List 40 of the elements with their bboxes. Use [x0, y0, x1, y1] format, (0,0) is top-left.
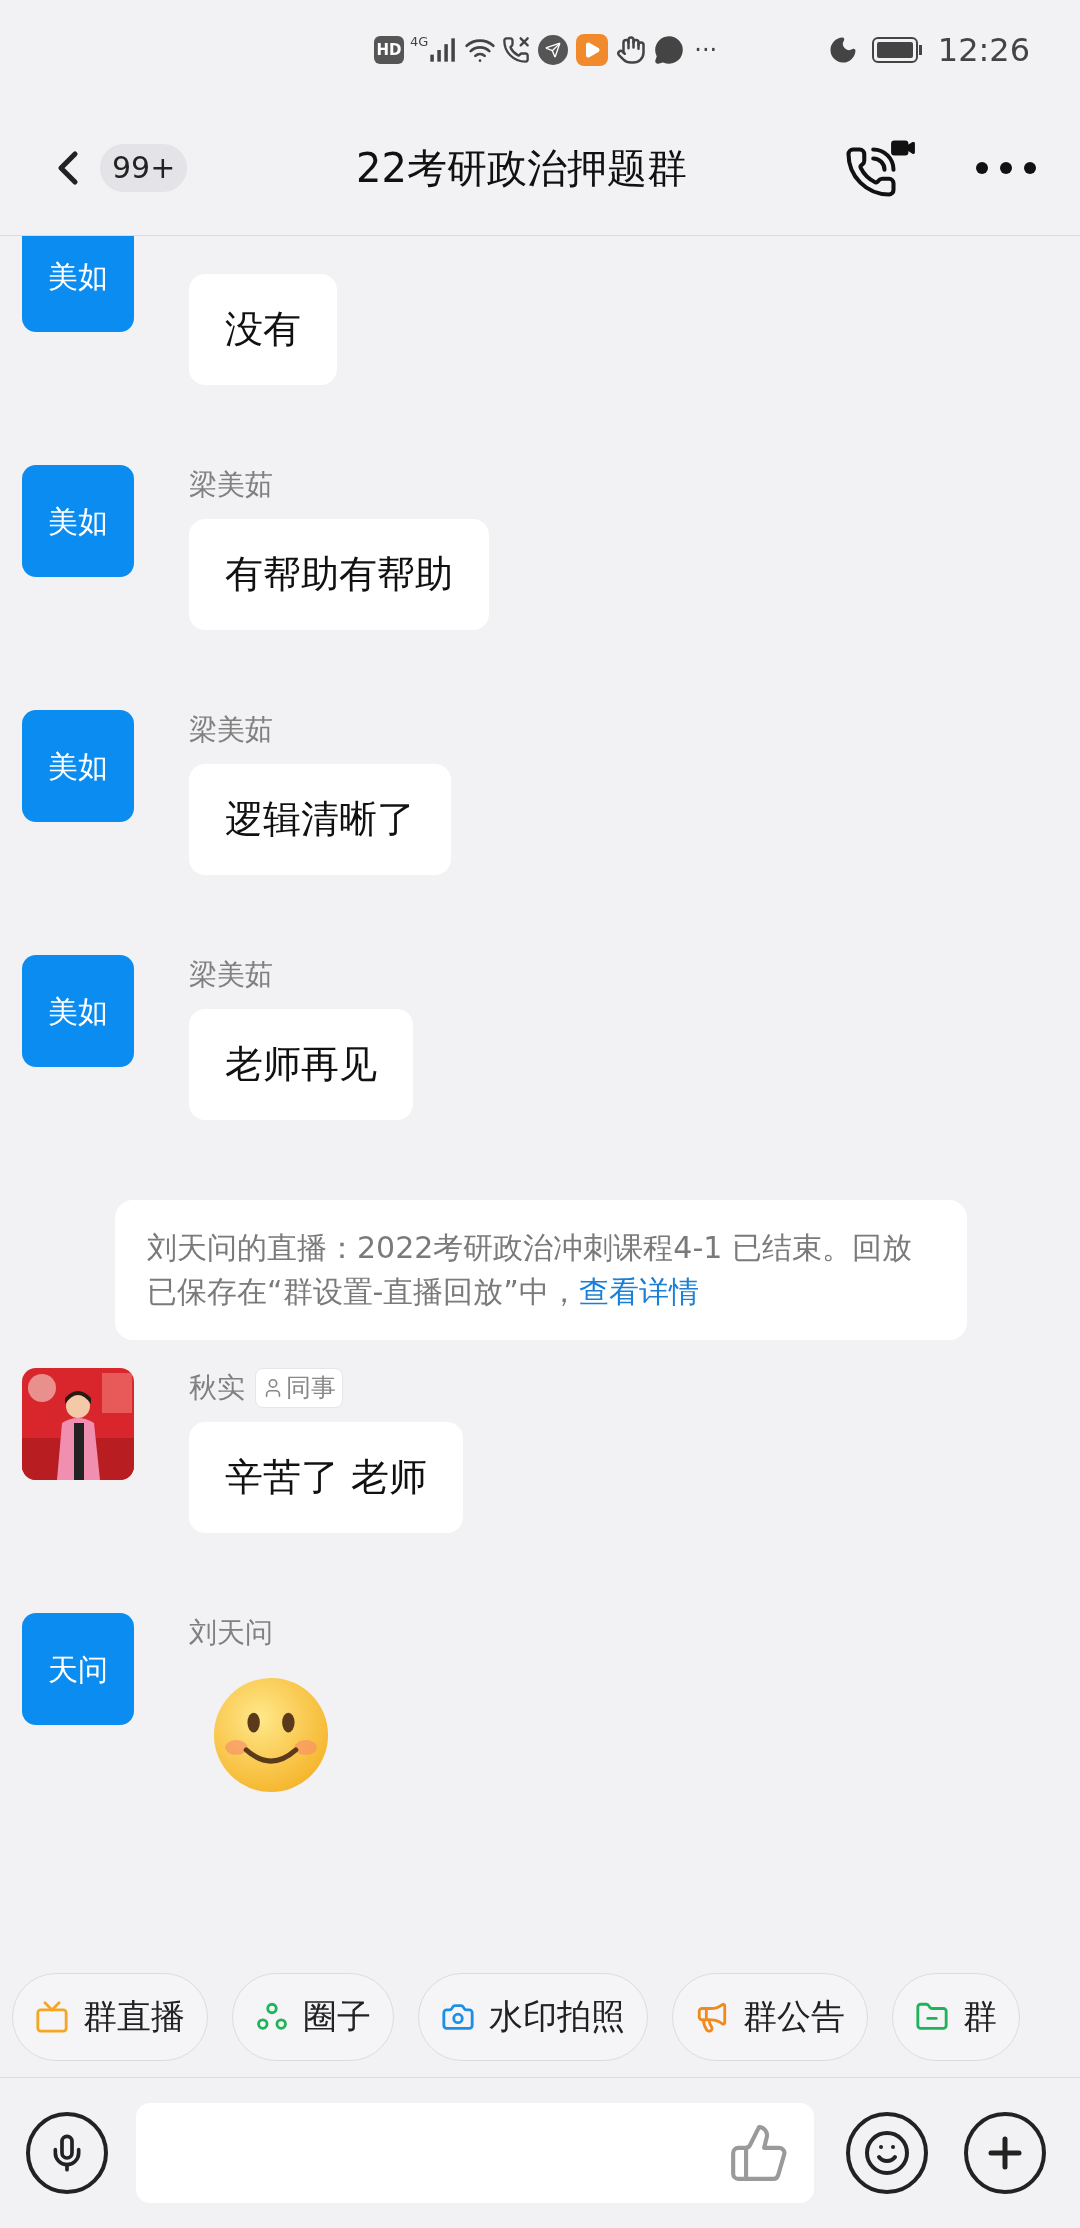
- shortcut-chip[interactable]: 水印拍照: [418, 1972, 648, 2061]
- voice-button[interactable]: [26, 2112, 108, 2194]
- message-input[interactable]: [136, 2103, 814, 2203]
- message-bubble[interactable]: 没有: [189, 274, 337, 385]
- signal-icon: [428, 36, 457, 64]
- notice-text: 刘天问的直播：2022考研政治冲刺课程4-1 已结束。回放已保存在“群设置-直播回放”中，查看详情: [147, 1229, 913, 1311]
- network-type: 4G: [410, 33, 429, 51]
- sender-name: 梁美茹: [189, 467, 273, 503]
- more-button[interactable]: [976, 161, 1036, 174]
- tag-text: 同事: [286, 1372, 336, 1405]
- more-icon: [976, 161, 1036, 174]
- chat-title: 22考研政治押题群: [356, 143, 687, 193]
- message-icon: [654, 35, 685, 65]
- shortcut-chip[interactable]: 群直播: [12, 1972, 208, 2061]
- shortcut-chip[interactable]: 圈子: [232, 1972, 394, 2061]
- message-bubble[interactable]: 有帮助有帮助: [189, 519, 489, 630]
- play-app-icon: [576, 34, 609, 66]
- clock: 12:26: [937, 30, 1030, 71]
- sender-name: 梁美茹: [189, 957, 273, 993]
- unread-count: 99+: [100, 143, 188, 192]
- battery-icon: [871, 37, 924, 63]
- shortcut-chip[interactable]: 群公告: [672, 1972, 868, 2061]
- sender-name: 刘天问: [189, 1615, 273, 1651]
- more-notifications: ···: [694, 35, 718, 66]
- phone-icon: [844, 144, 898, 199]
- message-bubble[interactable]: 逻辑清晰了: [189, 764, 451, 875]
- add-button[interactable]: [964, 2112, 1046, 2194]
- message-bubble[interactable]: 老师再见: [189, 1009, 413, 1120]
- tv-icon: [35, 1999, 69, 2034]
- shortcut-chip[interactable]: 群: [892, 1972, 1020, 2061]
- sender-name: 梁美茹: [189, 712, 273, 748]
- app-icon: [538, 35, 569, 65]
- sender-name: 秋实: [189, 1370, 245, 1406]
- emoji-button[interactable]: [846, 2112, 928, 2194]
- smile-icon: [863, 2129, 911, 2177]
- hand-icon: [616, 35, 647, 65]
- missed-call-icon: [502, 36, 531, 64]
- view-details-link[interactable]: 查看详情: [578, 1274, 699, 1309]
- hd-badge: HD: [374, 36, 404, 64]
- message-bubble[interactable]: 辛苦了 老师: [189, 1422, 464, 1533]
